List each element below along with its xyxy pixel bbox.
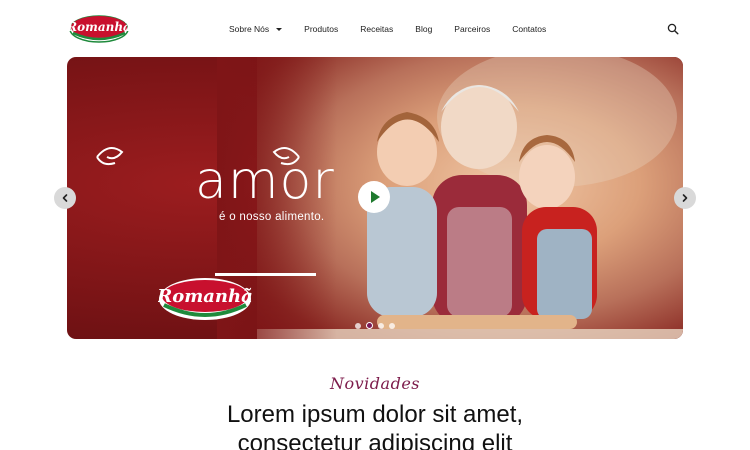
chevron-left-icon <box>62 194 68 202</box>
brand-logo[interactable]: Romanhã <box>66 13 131 43</box>
carousel-dots <box>355 322 400 329</box>
nav-item-produtos[interactable]: Produtos <box>304 24 338 34</box>
hero-brand-logo: Romanhã <box>156 275 253 321</box>
hero-subheadline: é o nosso alimento. <box>219 211 325 223</box>
nav-item-label: Sobre Nós <box>229 24 270 34</box>
chevron-right-icon <box>682 194 688 202</box>
nav-item-receitas[interactable]: Receitas <box>360 24 393 34</box>
search-icon[interactable] <box>667 22 679 35</box>
nav-item-sobre-nos[interactable]: Sobre Nós <box>229 24 283 34</box>
main-nav: Sobre Nós Produtos Receitas Blog Parceir… <box>229 20 568 38</box>
hero-brand-logo-text: Romanhã <box>158 286 252 307</box>
section-title-line-2: consectetur adipiscing elit <box>237 430 513 450</box>
nav-item-parceiros[interactable]: Parceiros <box>454 24 490 34</box>
carousel-dot-4[interactable] <box>389 322 395 329</box>
chevron-down-icon <box>276 27 283 31</box>
nav-item-contatos[interactable]: Contatos <box>512 24 546 34</box>
hero-headline: amor <box>195 151 335 211</box>
carousel-next-button[interactable] <box>674 187 696 209</box>
hero-banner[interactable]: amor é o nosso alimento. Romanhã <box>67 57 683 339</box>
carousel-dot-1[interactable] <box>355 322 361 329</box>
section-title: Lorem ipsum dolor sit amet, consectetur … <box>0 400 750 450</box>
section-kicker: Novidades <box>330 374 420 393</box>
brand-logo-text: Romanhã <box>69 20 129 34</box>
site-header: Romanhã Sobre Nós Produtos Receitas Blog… <box>0 0 750 57</box>
section-title-line-1: Lorem ipsum dolor sit amet, <box>226 401 524 428</box>
play-icon <box>371 191 380 203</box>
carousel-dot-3[interactable] <box>378 322 384 329</box>
carousel-dot-2[interactable] <box>366 322 373 329</box>
play-video-button[interactable] <box>358 181 390 213</box>
nav-item-blog[interactable]: Blog <box>415 24 432 34</box>
carousel-prev-button[interactable] <box>54 187 76 209</box>
